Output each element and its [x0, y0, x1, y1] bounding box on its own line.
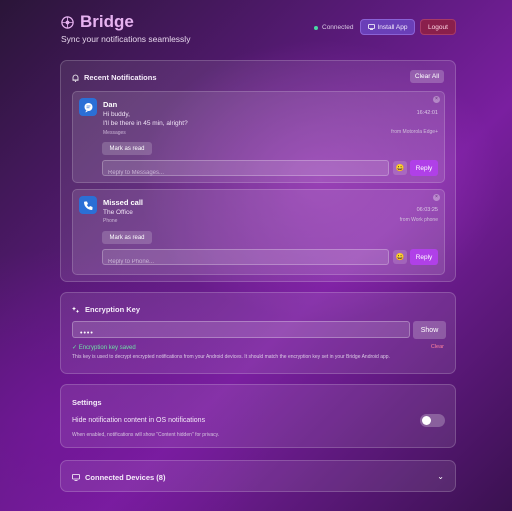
emoji-icon: 😀	[395, 254, 405, 261]
install-app-button[interactable]: Install App	[360, 19, 415, 35]
reply-field[interactable]	[103, 255, 388, 269]
logout-button[interactable]: Logout	[420, 19, 456, 35]
notification-text: I'll be there in 45 min, alright?	[103, 120, 188, 127]
encryption-title-text: Encryption Key	[85, 305, 141, 314]
reply-button[interactable]: Reply	[410, 160, 438, 176]
notification-app: Phone	[103, 218, 118, 224]
mark-as-read-button[interactable]: Mark as read	[102, 142, 152, 155]
clear-key-link[interactable]: Clear	[431, 344, 444, 350]
hide-content-help: When enabled, notifications will show "C…	[72, 432, 220, 438]
notification-time: 16:42:01	[416, 110, 438, 116]
chevron-down-icon[interactable]: ⌄	[437, 472, 444, 481]
dismiss-notification-icon[interactable]: ×	[433, 96, 440, 103]
notification-text: Hi buddy,	[103, 111, 130, 118]
notification-sender: Dan	[103, 100, 118, 109]
reply-input[interactable]	[102, 160, 389, 180]
notification-item: × Dan Hi buddy, I'll be there in 45 min,…	[72, 91, 445, 183]
status-text: Connected	[322, 24, 354, 31]
dismiss-notification-icon[interactable]: ×	[433, 194, 440, 201]
install-app-label: Install App	[377, 23, 408, 31]
messages-app-icon	[79, 98, 97, 116]
connected-devices-title-text: Connected Devices (8)	[85, 473, 166, 482]
show-key-button[interactable]: Show	[413, 321, 446, 339]
app-tagline: Sync your notifications seamlessly	[61, 34, 191, 44]
notifications-title: Recent Notifications	[72, 73, 157, 82]
notification-sender: Missed call	[103, 198, 144, 207]
hide-content-label: Hide notification content in OS notifica…	[72, 417, 206, 424]
logo: Bridge	[60, 12, 134, 32]
encryption-key-input[interactable]	[72, 321, 410, 341]
reply-input[interactable]	[102, 249, 389, 269]
notification-device: from Motorola Edge+	[391, 129, 438, 135]
app-root: Bridge Sync your notifications seamlessl…	[0, 0, 512, 511]
chat-bubble-icon	[84, 102, 92, 112]
emoji-button[interactable]: 😀	[393, 250, 407, 264]
notification-device: from Work phone	[399, 217, 438, 223]
settings-title: Settings	[72, 398, 102, 407]
reply-field[interactable]	[103, 166, 388, 180]
settings-card: Settings Hide notification content in OS…	[60, 384, 456, 448]
emoji-icon: 😀	[395, 165, 405, 172]
status-dot-icon	[314, 25, 318, 30]
encryption-help-text: This key is used to decrypt encrypted no…	[72, 354, 390, 360]
notification-item: × Missed call The Office Phone 06:03:25 …	[72, 189, 445, 275]
monitor-icon	[72, 474, 80, 481]
encryption-card: Encryption Key Show ✓ Encryption key sav…	[60, 292, 456, 374]
emoji-button[interactable]: 😀	[393, 161, 407, 175]
notification-time: 06:03:25	[416, 207, 438, 213]
encryption-title: Encryption Key	[72, 305, 140, 314]
encryption-key-field[interactable]	[73, 326, 409, 341]
notifications-card: Recent Notifications Clear All × Dan Hi …	[60, 60, 456, 282]
header: Bridge Sync your notifications seamlessl…	[60, 10, 456, 50]
mark-as-read-button[interactable]: Mark as read	[102, 231, 152, 244]
notification-text: The Office	[103, 209, 133, 216]
connection-status: Connected	[314, 24, 353, 31]
connected-devices-card[interactable]: Connected Devices (8) ⌄	[60, 460, 456, 492]
key-saved-status: ✓ Encryption key saved	[72, 345, 136, 351]
reply-button[interactable]: Reply	[410, 249, 438, 265]
monitor-icon	[367, 24, 375, 30]
phone-app-icon	[79, 196, 97, 214]
key-sparkle-icon	[72, 306, 80, 313]
app-name: Bridge	[80, 12, 134, 31]
phone-icon	[83, 201, 92, 210]
notification-app: Messages	[103, 130, 126, 136]
bell-icon	[72, 74, 79, 82]
toggle-knob	[422, 416, 431, 425]
connected-devices-title: Connected Devices (8)	[72, 473, 165, 482]
notifications-title-text: Recent Notifications	[84, 73, 157, 82]
hide-content-toggle[interactable]	[420, 414, 445, 427]
clear-all-button[interactable]: Clear All	[410, 70, 444, 83]
bridge-logo-icon	[61, 15, 74, 29]
